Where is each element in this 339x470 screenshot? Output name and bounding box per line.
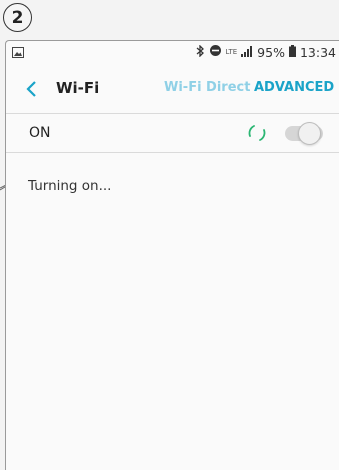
toggle-label: ON: [29, 125, 51, 141]
phone-screen: LTE 95% 13:34 Wi-Fi Wi-Fi Direct ADVANCE…: [5, 40, 339, 470]
step-number-badge: 2: [3, 3, 32, 32]
page-title: Wi-Fi: [56, 79, 100, 97]
status-message: Turning on...: [28, 178, 112, 194]
network-type: LTE: [225, 47, 238, 56]
divider: [6, 152, 339, 153]
gallery-notification-icon: [12, 46, 24, 61]
app-bar: Wi-Fi Wi-Fi Direct ADVANCED: [6, 65, 339, 113]
loading-spinner-icon: [246, 122, 268, 144]
advanced-button[interactable]: ADVANCED: [254, 80, 334, 95]
wifi-toggle-knob[interactable]: [298, 122, 321, 145]
battery-icon: [288, 44, 296, 60]
signal-icon: [241, 45, 253, 60]
back-arrow-icon[interactable]: [24, 79, 40, 99]
battery-level: 95%: [257, 44, 285, 60]
wifi-toggle-row[interactable]: ON: [6, 114, 339, 151]
wifi-direct-button[interactable]: Wi-Fi Direct: [164, 80, 250, 95]
clock: 13:34: [299, 44, 336, 60]
status-bar: LTE 95% 13:34: [6, 41, 339, 65]
bluetooth-icon: [196, 43, 205, 60]
do-not-disturb-icon: [209, 44, 222, 60]
